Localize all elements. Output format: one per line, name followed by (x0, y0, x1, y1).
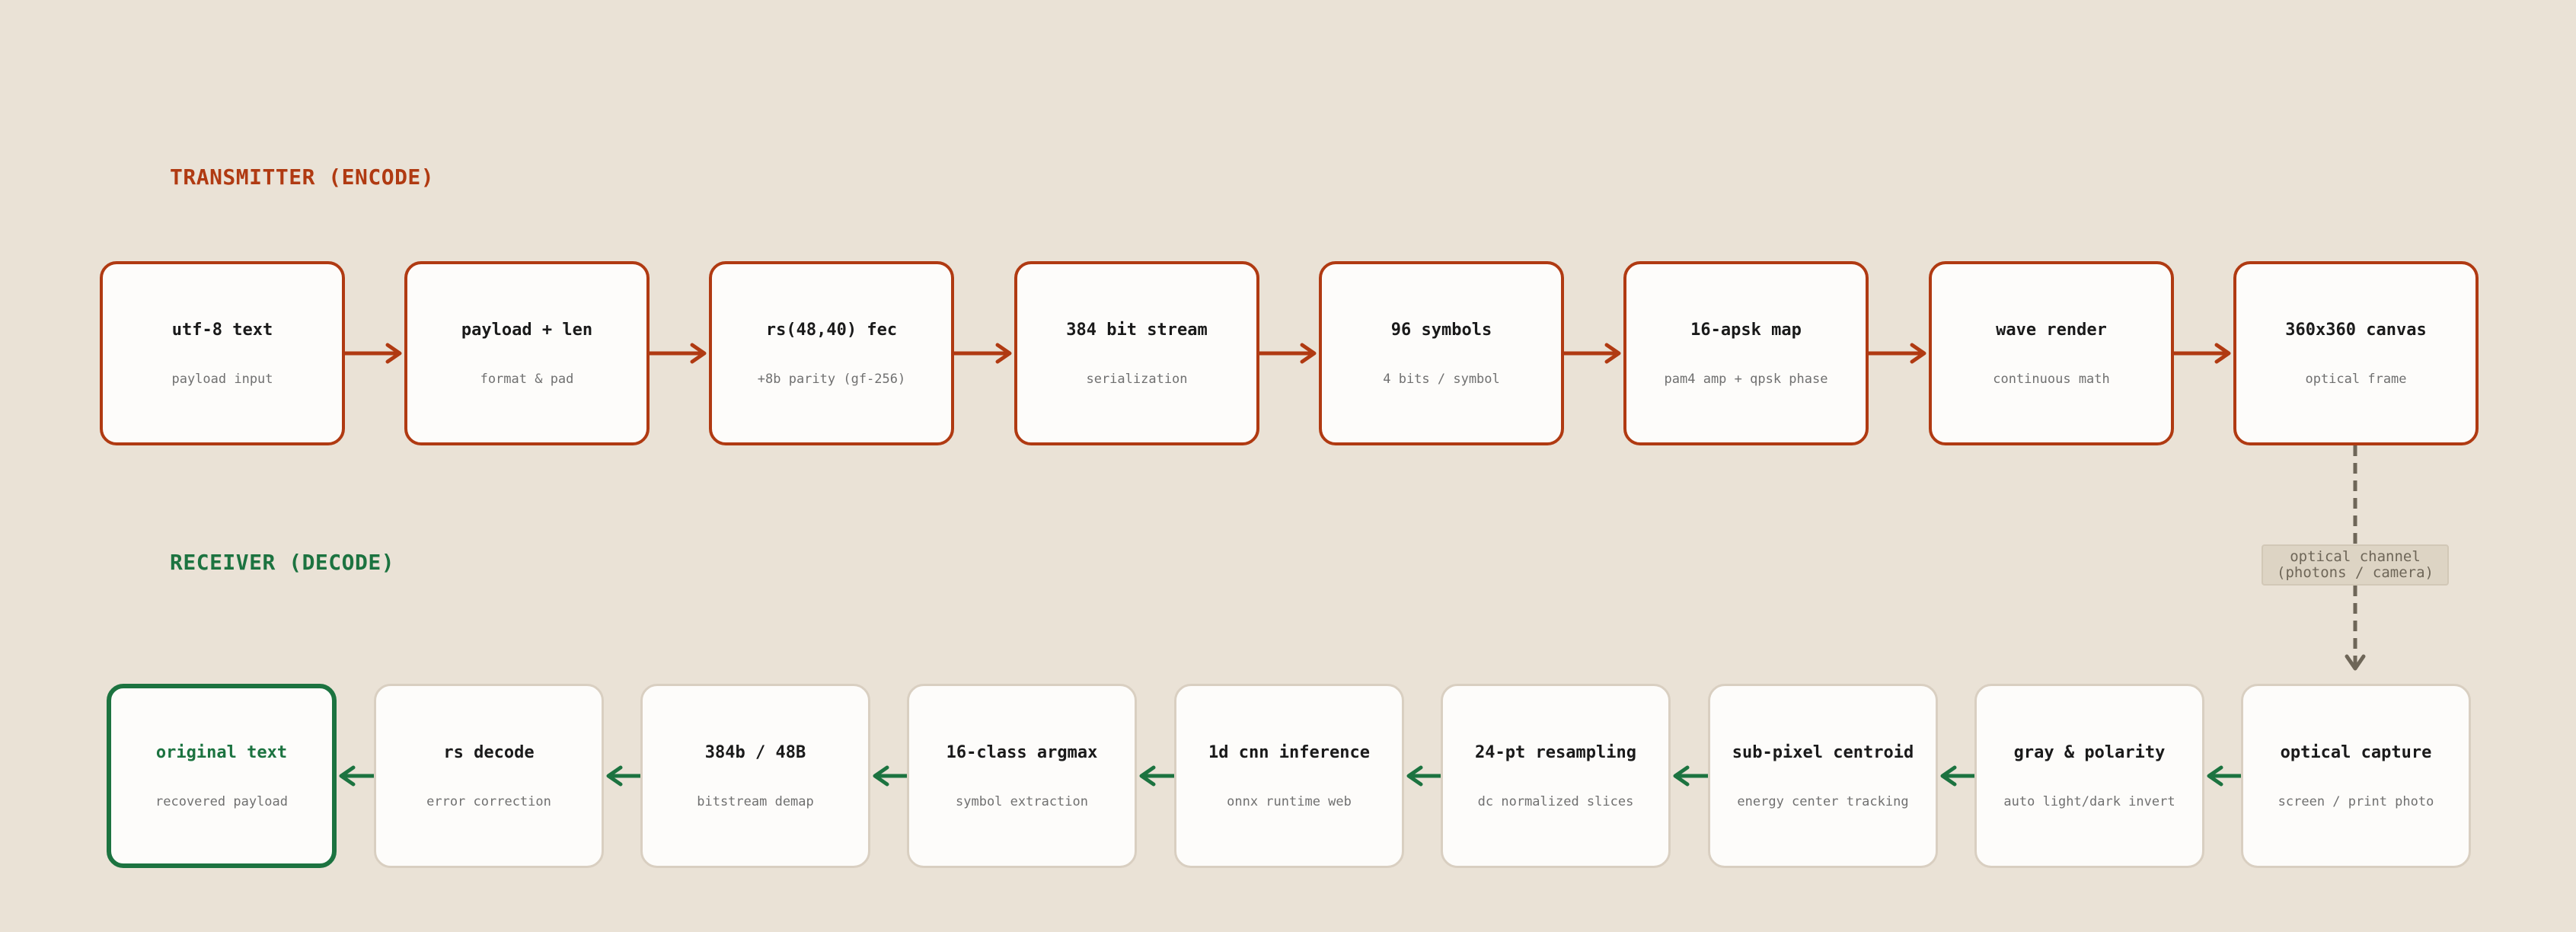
rx-node-rs-decode: rs decode error correction (374, 684, 604, 868)
rx-node-centroid: sub-pixel centroid energy center trackin… (1708, 684, 1938, 868)
optical-channel-label: optical channel (photons / camera) (2262, 544, 2449, 586)
node-subtitle: continuous math (1993, 371, 2110, 387)
node-title: sub-pixel centroid (1732, 742, 1914, 762)
rx-node-optical-capture: optical capture screen / print photo (2241, 684, 2471, 868)
node-title: 16-class argmax (946, 742, 1098, 762)
tx-node-payload-len: payload + len format & pad (404, 261, 650, 445)
node-subtitle: screen / print photo (2278, 793, 2434, 809)
node-title: payload + len (461, 320, 593, 340)
node-subtitle: error correction (426, 793, 551, 809)
node-title: wave render (1996, 320, 2107, 340)
node-title: 16-apsk map (1690, 320, 1802, 340)
tx-node-canvas: 360x360 canvas optical frame (2233, 261, 2479, 445)
rx-node-original-text: original text recovered payload (107, 684, 337, 868)
channel-line-2: (photons / camera) (2277, 564, 2434, 581)
node-title: gray & polarity (2013, 742, 2166, 762)
node-subtitle: bitstream demap (697, 793, 814, 809)
tx-node-apsk-map: 16-apsk map pam4 amp + qpsk phase (1623, 261, 1869, 445)
rx-node-resampling: 24-pt resampling dc normalized slices (1441, 684, 1671, 868)
node-subtitle: format & pad (480, 371, 574, 387)
node-subtitle: recovered payload (155, 793, 288, 809)
node-subtitle: energy center tracking (1737, 793, 1909, 809)
rx-node-bitstream-demap: 384b / 48B bitstream demap (640, 684, 870, 868)
node-title: 384b / 48B (704, 742, 806, 762)
node-title: 24-pt resampling (1475, 742, 1636, 762)
node-title: 384 bit stream (1066, 320, 1208, 340)
rx-node-gray-polarity: gray & polarity auto light/dark invert (1974, 684, 2204, 868)
tx-node-rs-fec: rs(48,40) fec +8b parity (gf-256) (709, 261, 954, 445)
node-subtitle: optical frame (2305, 371, 2407, 387)
node-subtitle: dc normalized slices (1477, 793, 1634, 809)
node-subtitle: symbol extraction (956, 793, 1088, 809)
node-subtitle: auto light/dark invert (2003, 793, 2175, 809)
node-title: 360x360 canvas (2285, 320, 2427, 340)
rx-node-cnn-inference: 1d cnn inference onnx runtime web (1174, 684, 1404, 868)
node-subtitle: serialization (1086, 371, 1188, 387)
tx-node-utf8-text: utf-8 text payload input (100, 261, 345, 445)
node-title: optical capture (2280, 742, 2432, 762)
tx-node-symbols: 96 symbols 4 bits / symbol (1319, 261, 1564, 445)
node-subtitle: payload input (171, 371, 273, 387)
node-subtitle: onnx runtime web (1227, 793, 1352, 809)
rx-node-argmax: 16-class argmax symbol extraction (907, 684, 1137, 868)
channel-line-1: optical channel (2290, 548, 2421, 565)
node-subtitle: pam4 amp + qpsk phase (1664, 371, 1828, 387)
node-title: utf-8 text (171, 320, 273, 340)
tx-node-wave-render: wave render continuous math (1929, 261, 2174, 445)
node-title: rs decode (443, 742, 535, 762)
node-title: 96 symbols (1390, 320, 1492, 340)
node-subtitle: 4 bits / symbol (1383, 371, 1500, 387)
node-title: rs(48,40) fec (765, 320, 898, 340)
node-title: 1d cnn inference (1208, 742, 1370, 762)
node-subtitle: +8b parity (gf-256) (757, 371, 906, 387)
tx-node-bit-stream: 384 bit stream serialization (1014, 261, 1259, 445)
node-title: original text (155, 742, 288, 762)
